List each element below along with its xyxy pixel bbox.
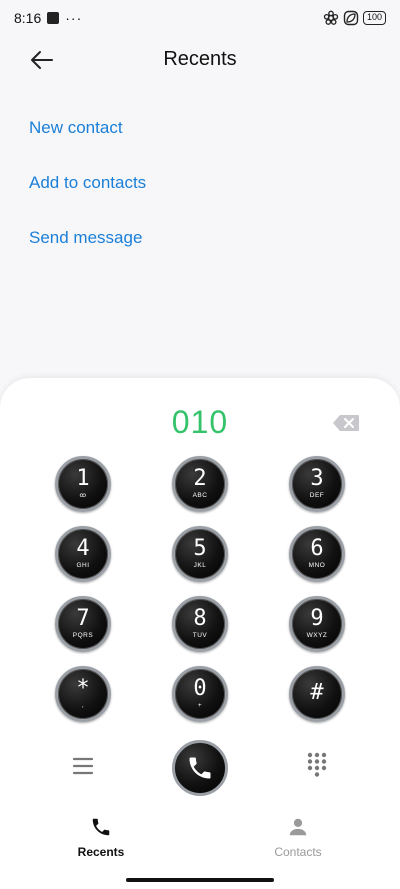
key-3[interactable]: 3 DEF bbox=[289, 456, 345, 512]
key-6[interactable]: 6 MNO bbox=[289, 526, 345, 582]
status-left: 8:16 ··· bbox=[14, 10, 82, 26]
tab-contacts-label: Contacts bbox=[274, 845, 322, 859]
key-letters: GHI bbox=[76, 562, 90, 569]
tab-recents[interactable]: Recents bbox=[41, 816, 161, 859]
key-1[interactable]: 1 ꝏ bbox=[55, 456, 111, 512]
new-contact-link[interactable]: New contact bbox=[29, 110, 146, 165]
phone-icon bbox=[189, 757, 211, 779]
key-letters: TUV bbox=[192, 632, 208, 639]
key-2[interactable]: 2 ABC bbox=[172, 456, 228, 512]
key-digit: 3 bbox=[310, 466, 324, 491]
person-icon bbox=[289, 818, 307, 836]
dialpad-icon[interactable] bbox=[306, 752, 328, 778]
key-letters: DEF bbox=[309, 492, 325, 499]
key-9[interactable]: 9 WXYZ bbox=[289, 596, 345, 652]
key-letters: PQRS bbox=[72, 632, 94, 639]
status-more-dots: ··· bbox=[65, 10, 83, 26]
key-digit: 9 bbox=[310, 606, 324, 631]
key-digit: 0 bbox=[193, 676, 207, 701]
leaf-icon bbox=[343, 10, 359, 26]
key-star[interactable]: * , bbox=[55, 666, 111, 722]
tab-contacts[interactable]: Contacts bbox=[238, 816, 358, 859]
key-0[interactable]: 0 + bbox=[172, 666, 228, 722]
header: Recents bbox=[0, 38, 400, 82]
key-digit: # bbox=[310, 680, 324, 705]
key-letters: MNO bbox=[308, 562, 326, 569]
action-list: New contact Add to contacts Send message bbox=[29, 110, 146, 275]
key-letters: WXYZ bbox=[306, 632, 328, 639]
key-letters: + bbox=[197, 702, 203, 709]
add-to-contacts-link[interactable]: Add to contacts bbox=[29, 165, 146, 220]
key-digit: 1 bbox=[76, 466, 90, 491]
status-right: 100 bbox=[323, 10, 386, 26]
page-title: Recents bbox=[163, 48, 237, 70]
backspace-icon[interactable] bbox=[332, 414, 360, 432]
status-time: 8:16 bbox=[14, 10, 42, 26]
status-bar: 8:16 ··· 100 bbox=[0, 0, 400, 36]
phone-icon bbox=[92, 818, 110, 836]
key-5[interactable]: 5 JKL bbox=[172, 526, 228, 582]
key-4[interactable]: 4 GHI bbox=[55, 526, 111, 582]
call-button[interactable] bbox=[172, 740, 228, 796]
key-letters: ꝏ bbox=[79, 492, 87, 499]
key-letters: , bbox=[81, 702, 85, 709]
key-digit: 2 bbox=[193, 466, 207, 491]
menu-icon[interactable] bbox=[72, 756, 94, 776]
key-digit: 6 bbox=[310, 536, 324, 561]
key-digit: 5 bbox=[193, 536, 207, 561]
flower-icon bbox=[323, 10, 339, 25]
battery-icon: 100 bbox=[362, 11, 386, 25]
key-digit: 8 bbox=[193, 606, 207, 631]
key-digit: 4 bbox=[76, 536, 90, 561]
tab-recents-label: Recents bbox=[77, 845, 125, 859]
key-digit: 7 bbox=[76, 606, 90, 631]
notification-square-icon bbox=[47, 12, 60, 24]
send-message-link[interactable]: Send message bbox=[29, 220, 146, 275]
key-letters: JKL bbox=[193, 562, 207, 569]
key-hash[interactable]: # bbox=[289, 666, 345, 722]
key-7[interactable]: 7 PQRS bbox=[55, 596, 111, 652]
home-indicator[interactable] bbox=[126, 878, 274, 882]
key-8[interactable]: 8 TUV bbox=[172, 596, 228, 652]
key-letters: ABC bbox=[192, 492, 208, 499]
key-digit: * bbox=[76, 676, 90, 701]
